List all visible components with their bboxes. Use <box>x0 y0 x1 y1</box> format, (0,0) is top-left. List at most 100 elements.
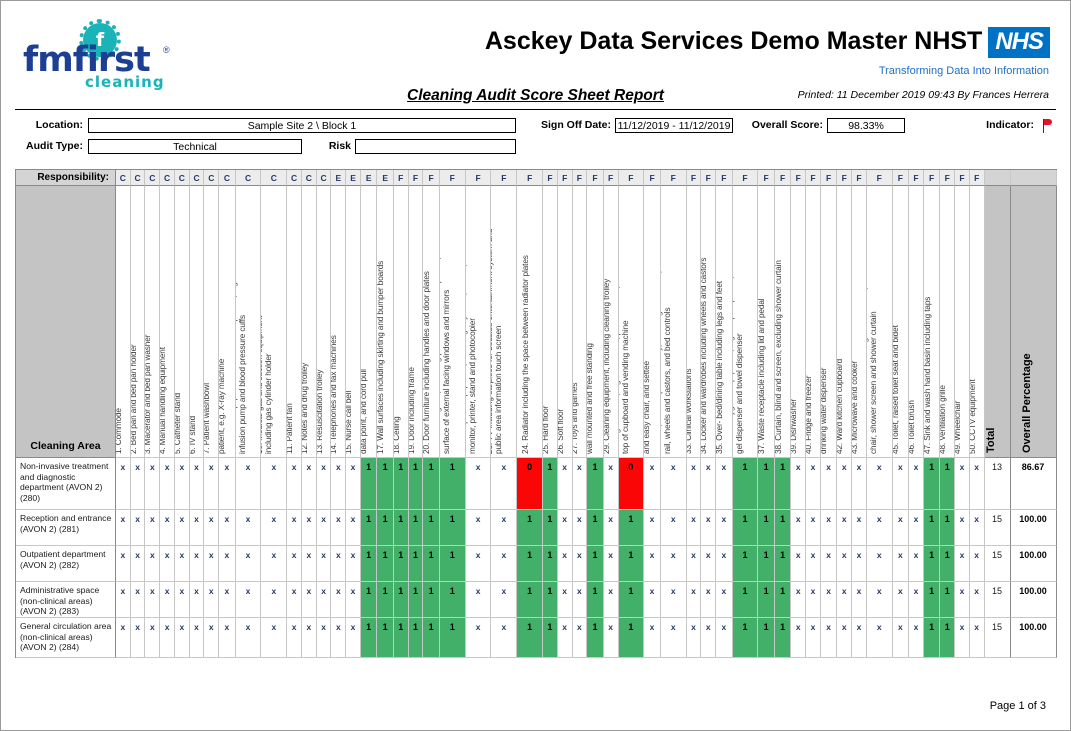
score-cell[interactable]: x <box>145 458 161 510</box>
score-cell[interactable]: x <box>219 546 236 582</box>
score-cell[interactable]: x <box>189 546 205 582</box>
score-cell[interactable]: x <box>701 510 717 546</box>
score-cell[interactable]: x <box>145 510 161 546</box>
table-row[interactable]: Administrative space (non-clinical areas… <box>16 582 1057 618</box>
score-cell[interactable]: x <box>716 510 733 546</box>
score-cell[interactable]: 1 <box>408 546 424 582</box>
score-cell[interactable]: 1 <box>940 618 956 658</box>
table-row[interactable]: Reception and entrance (AVON 2) (281) x x x… <box>16 510 1057 546</box>
score-cell[interactable]: x <box>557 458 573 510</box>
score-cell[interactable]: x <box>116 582 131 618</box>
score-cell[interactable]: x <box>235 546 262 582</box>
score-cell[interactable]: x <box>204 618 220 658</box>
score-cell[interactable]: x <box>316 582 332 618</box>
score-cell[interactable]: x <box>557 510 573 546</box>
score-cell[interactable]: 1 <box>360 582 378 618</box>
score-cell[interactable]: 1 <box>587 546 604 582</box>
score-cell[interactable]: x <box>969 510 985 546</box>
score-cell[interactable]: x <box>346 510 361 546</box>
score-cell[interactable]: 1 <box>360 546 378 582</box>
score-cell[interactable]: 1 <box>543 546 558 582</box>
score-cell[interactable]: 1 <box>587 582 604 618</box>
score-cell[interactable]: 1 <box>360 618 378 658</box>
score-cell[interactable]: 1 <box>408 582 424 618</box>
score-cell[interactable]: 1 <box>618 546 645 582</box>
score-cell[interactable]: x <box>130 546 146 582</box>
score-cell[interactable]: x <box>852 546 867 582</box>
score-cell[interactable]: x <box>969 546 985 582</box>
score-cell[interactable]: x <box>866 458 893 510</box>
score-cell[interactable]: 1 <box>439 582 466 618</box>
score-cell[interactable]: x <box>160 546 175 582</box>
score-cell[interactable]: 1 <box>923 582 941 618</box>
score-cell[interactable]: x <box>287 618 302 658</box>
score-cell[interactable]: 1 <box>377 546 394 582</box>
score-cell[interactable]: x <box>491 546 518 582</box>
score-cell[interactable]: 1 <box>774 582 792 618</box>
score-cell[interactable]: 1 <box>774 510 792 546</box>
score-cell[interactable]: x <box>660 458 687 510</box>
score-cell[interactable]: x <box>644 458 661 510</box>
score-cell[interactable]: x <box>116 618 131 658</box>
score-cell[interactable]: x <box>852 582 867 618</box>
score-cell[interactable]: 1 <box>923 618 941 658</box>
score-cell[interactable]: x <box>160 618 175 658</box>
score-cell[interactable]: x <box>603 582 619 618</box>
score-cell[interactable]: 1 <box>618 582 645 618</box>
score-cell[interactable]: 1 <box>408 458 424 510</box>
score-cell[interactable]: 1 <box>439 618 466 658</box>
score-cell[interactable]: x <box>116 546 131 582</box>
score-cell[interactable]: 1 <box>732 458 759 510</box>
score-cell[interactable]: x <box>316 546 332 582</box>
score-cell[interactable]: x <box>603 546 619 582</box>
score-cell[interactable]: x <box>892 618 910 658</box>
score-cell[interactable]: 1 <box>517 582 544 618</box>
score-cell[interactable]: 1 <box>393 510 409 546</box>
score-cell[interactable]: 1 <box>587 618 604 658</box>
score-cell[interactable]: x <box>820 510 838 546</box>
score-cell[interactable]: x <box>261 582 288 618</box>
score-cell[interactable]: 1 <box>732 582 759 618</box>
score-cell[interactable]: x <box>346 458 361 510</box>
score-cell[interactable]: x <box>892 582 910 618</box>
score-cell[interactable]: x <box>603 458 619 510</box>
score-cell[interactable]: 1 <box>439 458 466 510</box>
score-cell[interactable]: 1 <box>423 510 440 546</box>
score-cell[interactable]: x <box>837 458 853 510</box>
score-cell[interactable]: x <box>219 618 236 658</box>
score-cell[interactable]: x <box>287 582 302 618</box>
score-cell[interactable]: x <box>701 546 717 582</box>
score-cell[interactable]: x <box>287 510 302 546</box>
score-cell[interactable]: 1 <box>758 582 775 618</box>
score-cell[interactable]: x <box>955 458 970 510</box>
score-cell[interactable]: x <box>806 618 821 658</box>
score-cell[interactable]: x <box>346 546 361 582</box>
score-cell[interactable]: x <box>316 510 332 546</box>
score-cell[interactable]: 1 <box>423 458 440 510</box>
score-cell[interactable]: x <box>955 582 970 618</box>
score-cell[interactable]: x <box>820 458 838 510</box>
score-cell[interactable]: x <box>204 458 220 510</box>
score-cell[interactable]: 1 <box>923 510 941 546</box>
score-cell[interactable]: x <box>955 546 970 582</box>
score-cell[interactable]: x <box>331 510 347 546</box>
location-value[interactable]: Sample Site 2 \ Block 1 <box>88 118 516 133</box>
score-cell[interactable]: 1 <box>517 618 544 658</box>
score-cell[interactable]: 1 <box>732 510 759 546</box>
score-cell[interactable]: x <box>219 510 236 546</box>
score-cell[interactable]: x <box>174 510 190 546</box>
score-cell[interactable]: x <box>174 546 190 582</box>
score-cell[interactable]: x <box>806 458 821 510</box>
score-cell[interactable]: x <box>791 546 807 582</box>
score-cell[interactable]: x <box>686 458 702 510</box>
score-cell[interactable]: x <box>160 510 175 546</box>
score-cell[interactable]: 1 <box>423 618 440 658</box>
score-cell[interactable]: x <box>806 510 821 546</box>
audit-type-value[interactable]: Technical <box>88 139 302 154</box>
score-cell[interactable]: x <box>572 546 588 582</box>
risk-value[interactable] <box>355 139 516 154</box>
score-cell[interactable]: 1 <box>423 546 440 582</box>
score-cell[interactable]: x <box>261 546 288 582</box>
score-cell[interactable]: 1 <box>758 510 775 546</box>
score-cell[interactable]: 1 <box>377 458 394 510</box>
